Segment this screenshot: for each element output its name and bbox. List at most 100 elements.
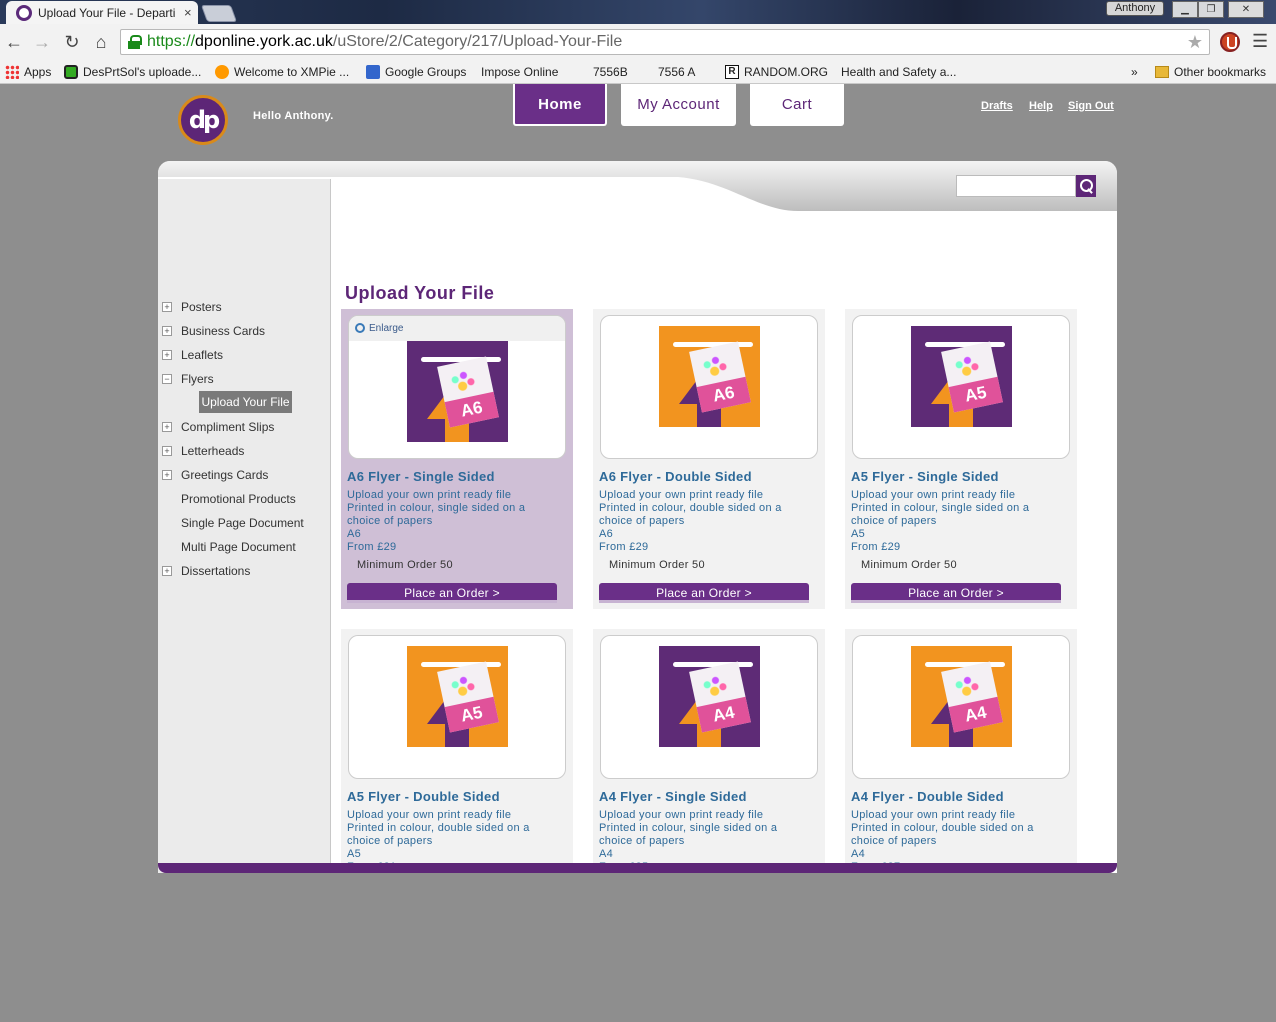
flyer-art — [948, 350, 983, 382]
place-order-button[interactable]: Place an Order > — [347, 583, 557, 603]
product-title[interactable]: A5 Flyer - Single Sided — [851, 469, 999, 484]
bookmarks-overflow[interactable]: » — [1131, 60, 1138, 84]
extension-power-icon[interactable] — [1220, 32, 1240, 52]
product-thumbnail[interactable]: A6 — [600, 315, 818, 459]
size-badge: A4 — [696, 696, 751, 733]
product-description: Upload your own print ready file Printed… — [851, 489, 1066, 554]
lock-icon — [128, 35, 142, 49]
url-path: /uStore/2/Category/217/Upload-Your-File — [332, 33, 623, 50]
dp-logo[interactable]: dp — [178, 95, 228, 145]
close-window-button[interactable]: ✕ — [1228, 1, 1264, 18]
nav-cart[interactable]: Cart — [750, 84, 844, 126]
reload-icon[interactable]: ↻ — [60, 30, 84, 54]
expand-icon[interactable]: + — [162, 326, 172, 336]
product-card: A6 Enlarge A6 Flyer - Single Sided Uploa… — [341, 309, 573, 609]
sidebar-item-compliment-slips[interactable]: + Compliment Slips — [158, 417, 330, 437]
product-title[interactable]: A6 Flyer - Single Sided — [347, 469, 495, 484]
bookmark-star-icon[interactable]: ★ — [1187, 30, 1203, 54]
bookmark-google-groups[interactable]: Google Groups — [366, 60, 466, 84]
product-title[interactable]: A5 Flyer - Double Sided — [347, 789, 500, 804]
product-description: Upload your own print ready file Printed… — [599, 489, 814, 554]
bookmark-random-org[interactable]: R RANDOM.ORG — [725, 60, 828, 84]
bookmark-health-safety[interactable]: Health and Safety a... — [841, 60, 956, 158]
place-order-button[interactable]: Place an Order > — [599, 583, 809, 603]
sidebar-item-leaflets[interactable]: + Leaflets — [158, 345, 330, 365]
category-sidebar: + Posters + Business Cards + Leaflets − Flye… — [158, 179, 331, 873]
product-image: A6 — [407, 341, 508, 442]
xmpie-icon — [215, 65, 229, 79]
window-titlebar: Upload Your File - Departi × Anthony ▁ ❐… — [0, 0, 1276, 24]
forward-arrow-icon[interactable]: → — [30, 30, 54, 54]
new-tab-button[interactable] — [200, 5, 238, 22]
enlarge-link[interactable]: Enlarge — [349, 316, 565, 341]
menu-hamburger-icon[interactable]: ☰ — [1252, 31, 1268, 52]
product-title[interactable]: A4 Flyer - Single Sided — [599, 789, 747, 804]
product-image: A5 — [911, 326, 1012, 427]
nav-home[interactable]: Home — [513, 84, 607, 126]
sidebar-item-upload-your-file[interactable]: Upload Your File — [199, 391, 292, 413]
sidebar-item-single-page-document[interactable]: Single Page Document — [158, 513, 330, 533]
back-arrow-icon[interactable]: ← — [2, 30, 26, 54]
sidebar-item-dissertations[interactable]: + Dissertations — [158, 561, 330, 581]
product-thumbnail[interactable]: A4 — [600, 635, 818, 779]
drafts-link[interactable]: Drafts — [981, 100, 1013, 112]
expand-icon[interactable]: + — [162, 422, 172, 432]
product-card: A4 A4 Flyer - Double Sided Upload your o… — [845, 629, 1077, 873]
main-panel: + Posters + Business Cards + Leaflets − Flye… — [158, 161, 1117, 873]
bookmark-impose-online[interactable]: Impose Online — [481, 60, 558, 158]
sidebar-item-greetings-cards[interactable]: + Greetings Cards — [158, 465, 330, 485]
home-icon[interactable]: ⌂ — [89, 30, 113, 54]
product-thumbnail[interactable]: A5 — [348, 635, 566, 779]
bookmark-7556a[interactable]: 7556 A — [658, 60, 695, 158]
folder-icon — [1155, 66, 1169, 78]
url-host: dponline.york.ac.uk — [195, 33, 333, 50]
size-badge: A5 — [444, 696, 499, 733]
bookmarks-bar: Apps DesPrtSol's uploade... Welcome to X… — [0, 60, 1276, 158]
help-link[interactable]: Help — [1029, 100, 1053, 112]
bookmark-xmpie[interactable]: Welcome to XMPie ... — [215, 60, 349, 84]
expand-icon[interactable]: + — [162, 350, 172, 360]
product-title[interactable]: A4 Flyer - Double Sided — [851, 789, 1004, 804]
expand-icon[interactable]: + — [162, 470, 172, 480]
expand-icon[interactable]: + — [162, 302, 172, 312]
profile-button[interactable]: Anthony — [1106, 1, 1164, 16]
sidebar-item-multi-page-document[interactable]: Multi Page Document — [158, 537, 330, 557]
size-badge: A5 — [948, 376, 1003, 413]
minimize-button[interactable]: ▁ — [1172, 1, 1198, 18]
place-order-button[interactable]: Place an Order > — [851, 583, 1061, 603]
product-thumbnail[interactable]: A6 Enlarge — [348, 315, 566, 459]
bookmark-desprtsol[interactable]: DesPrtSol's uploade... — [64, 60, 201, 84]
expand-icon[interactable]: + — [162, 566, 172, 576]
collapse-icon[interactable]: − — [162, 374, 172, 384]
flyer-art — [696, 670, 731, 702]
product-price: From £29 — [599, 541, 649, 553]
browser-tab[interactable]: Upload Your File - Departi × — [6, 1, 198, 24]
product-image: A4 — [659, 646, 760, 747]
nav-my-account[interactable]: My Account — [621, 84, 736, 126]
bookmark-7556b[interactable]: 7556B — [593, 60, 628, 158]
sign-out-link[interactable]: Sign Out — [1068, 100, 1114, 112]
bookmark-other[interactable]: Other bookmarks — [1155, 60, 1266, 84]
product-title[interactable]: A6 Flyer - Double Sided — [599, 469, 752, 484]
description-line: Upload your own print ready file — [599, 809, 764, 821]
expand-icon[interactable]: + — [162, 446, 172, 456]
page-title: Upload Your File — [345, 283, 495, 303]
product-thumbnail[interactable]: A4 — [852, 635, 1070, 779]
sidebar-item-posters[interactable]: + Posters — [158, 297, 330, 317]
sidebar-item-promotional-products[interactable]: Promotional Products — [158, 489, 330, 509]
sidebar-item-flyers[interactable]: − Flyers — [158, 369, 330, 389]
address-bar[interactable]: https://dponline.york.ac.uk/uStore/2/Cat… — [120, 29, 1210, 55]
browser-toolbar: ← → ↻ ⌂ https://dponline.york.ac.uk/uSto… — [0, 24, 1276, 60]
maximize-button[interactable]: ❐ — [1198, 1, 1224, 18]
search-input[interactable] — [956, 175, 1076, 197]
sidebar-item-business-cards[interactable]: + Business Cards — [158, 321, 330, 341]
bookmark-apps[interactable]: Apps — [5, 60, 51, 84]
product-size: A5 — [347, 848, 362, 860]
sidebar-item-letterheads[interactable]: + Letterheads — [158, 441, 330, 461]
tab-close-icon[interactable]: × — [184, 5, 192, 20]
flyer-art — [948, 670, 983, 702]
product-size: A6 — [599, 528, 614, 540]
search-icon[interactable] — [1076, 175, 1096, 197]
product-card: A4 A4 Flyer - Single Sided Upload your o… — [593, 629, 825, 873]
product-thumbnail[interactable]: A5 — [852, 315, 1070, 459]
